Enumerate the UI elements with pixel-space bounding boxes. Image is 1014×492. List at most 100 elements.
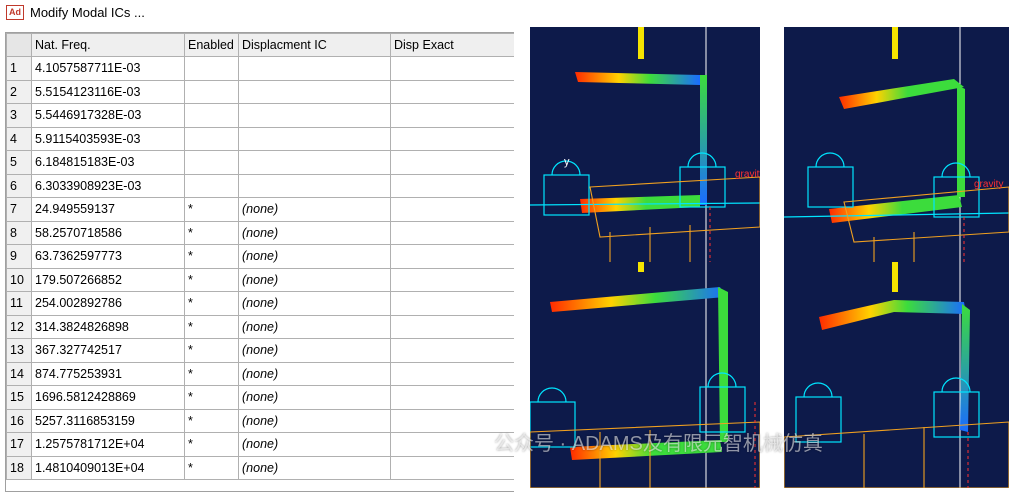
nat-freq-cell[interactable]: 5.5154123116E-03 bbox=[31, 79, 185, 104]
row-number[interactable]: 5 bbox=[6, 150, 32, 175]
disp-exact-cell[interactable] bbox=[390, 197, 514, 222]
table-row[interactable]: 2 5.5154123116E-03 bbox=[6, 79, 514, 104]
displacement-ic-cell[interactable]: (none) bbox=[238, 455, 391, 480]
nat-freq-cell[interactable]: 58.2570718586 bbox=[31, 220, 185, 245]
enabled-cell[interactable]: * bbox=[184, 220, 239, 245]
nat-freq-cell[interactable]: 6.184815183E-03 bbox=[31, 150, 185, 175]
table-row[interactable]: 11 254.002892786 * (none) bbox=[6, 291, 514, 316]
enabled-cell[interactable] bbox=[184, 126, 239, 151]
table-row[interactable]: 8 58.2570718586 * (none) bbox=[6, 220, 514, 245]
displacement-ic-cell[interactable] bbox=[238, 150, 391, 175]
displacement-ic-cell[interactable] bbox=[238, 173, 391, 198]
nat-freq-cell[interactable]: 314.3824826898 bbox=[31, 314, 185, 339]
displacement-ic-cell[interactable]: (none) bbox=[238, 432, 391, 457]
displacement-ic-cell[interactable]: (none) bbox=[238, 361, 391, 386]
enabled-cell[interactable]: * bbox=[184, 314, 239, 339]
enabled-cell[interactable]: * bbox=[184, 455, 239, 480]
mode-view-top-right[interactable]: gravity bbox=[784, 27, 1009, 262]
table-row[interactable]: 5 6.184815183E-03 bbox=[6, 150, 514, 175]
row-number[interactable]: 11 bbox=[6, 291, 32, 316]
row-number[interactable]: 1 bbox=[6, 56, 32, 81]
table-row[interactable]: 7 24.949559137 * (none) bbox=[6, 197, 514, 222]
disp-exact-cell[interactable] bbox=[390, 361, 514, 386]
disp-exact-cell[interactable] bbox=[390, 314, 514, 339]
disp-exact-cell[interactable] bbox=[390, 126, 514, 151]
header-displacement-ic[interactable]: Displacment IC bbox=[238, 33, 391, 57]
row-number[interactable]: 18 bbox=[6, 455, 32, 480]
table-row[interactable]: 4 5.9115403593E-03 bbox=[6, 126, 514, 151]
nat-freq-cell[interactable]: 1.4810409013E+04 bbox=[31, 455, 185, 480]
displacement-ic-cell[interactable]: (none) bbox=[238, 244, 391, 269]
nat-freq-cell[interactable]: 4.1057587711E-03 bbox=[31, 56, 185, 81]
mode-view-top-left[interactable]: gravity y bbox=[530, 27, 760, 262]
header-disp-exact[interactable]: Disp Exact bbox=[390, 33, 514, 57]
enabled-cell[interactable]: * bbox=[184, 244, 239, 269]
row-number[interactable]: 2 bbox=[6, 79, 32, 104]
table-row[interactable]: 16 5257.3116853159 * (none) bbox=[6, 408, 514, 433]
displacement-ic-cell[interactable]: (none) bbox=[238, 267, 391, 292]
row-number[interactable]: 16 bbox=[6, 408, 32, 433]
displacement-ic-cell[interactable] bbox=[238, 79, 391, 104]
header-nat-freq[interactable]: Nat. Freq. bbox=[31, 33, 185, 57]
enabled-cell[interactable]: * bbox=[184, 361, 239, 386]
enabled-cell[interactable]: * bbox=[184, 267, 239, 292]
row-number[interactable]: 13 bbox=[6, 338, 32, 363]
enabled-cell[interactable]: * bbox=[184, 385, 239, 410]
nat-freq-cell[interactable]: 179.507266852 bbox=[31, 267, 185, 292]
disp-exact-cell[interactable] bbox=[390, 103, 514, 128]
header-enabled[interactable]: Enabled bbox=[184, 33, 239, 57]
nat-freq-cell[interactable]: 5257.3116853159 bbox=[31, 408, 185, 433]
disp-exact-cell[interactable] bbox=[390, 56, 514, 81]
enabled-cell[interactable] bbox=[184, 56, 239, 81]
displacement-ic-cell[interactable] bbox=[238, 103, 391, 128]
nat-freq-cell[interactable]: 24.949559137 bbox=[31, 197, 185, 222]
displacement-ic-cell[interactable] bbox=[238, 56, 391, 81]
enabled-cell[interactable] bbox=[184, 173, 239, 198]
row-number[interactable]: 6 bbox=[6, 173, 32, 198]
disp-exact-cell[interactable] bbox=[390, 455, 514, 480]
nat-freq-cell[interactable]: 6.3033908923E-03 bbox=[31, 173, 185, 198]
disp-exact-cell[interactable] bbox=[390, 79, 514, 104]
displacement-ic-cell[interactable]: (none) bbox=[238, 197, 391, 222]
nat-freq-cell[interactable]: 63.7362597773 bbox=[31, 244, 185, 269]
row-number[interactable]: 3 bbox=[6, 103, 32, 128]
row-number[interactable]: 9 bbox=[6, 244, 32, 269]
table-row[interactable]: 12 314.3824826898 * (none) bbox=[6, 314, 514, 339]
table-row[interactable]: 14 874.775253931 * (none) bbox=[6, 361, 514, 386]
row-number[interactable]: 14 bbox=[6, 361, 32, 386]
displacement-ic-cell[interactable]: (none) bbox=[238, 408, 391, 433]
nat-freq-cell[interactable]: 1.2575781712E+04 bbox=[31, 432, 185, 457]
enabled-cell[interactable]: * bbox=[184, 408, 239, 433]
nat-freq-cell[interactable]: 367.327742517 bbox=[31, 338, 185, 363]
disp-exact-cell[interactable] bbox=[390, 385, 514, 410]
header-corner[interactable] bbox=[6, 33, 32, 57]
row-number[interactable]: 12 bbox=[6, 314, 32, 339]
enabled-cell[interactable] bbox=[184, 79, 239, 104]
row-number[interactable]: 17 bbox=[6, 432, 32, 457]
displacement-ic-cell[interactable]: (none) bbox=[238, 338, 391, 363]
table-row[interactable]: 13 367.327742517 * (none) bbox=[6, 338, 514, 363]
disp-exact-cell[interactable] bbox=[390, 220, 514, 245]
enabled-cell[interactable] bbox=[184, 150, 239, 175]
row-number[interactable]: 15 bbox=[6, 385, 32, 410]
nat-freq-cell[interactable]: 5.5446917328E-03 bbox=[31, 103, 185, 128]
table-row[interactable]: 15 1696.5812428869 * (none) bbox=[6, 385, 514, 410]
displacement-ic-cell[interactable]: (none) bbox=[238, 385, 391, 410]
nat-freq-cell[interactable]: 254.002892786 bbox=[31, 291, 185, 316]
row-number[interactable]: 7 bbox=[6, 197, 32, 222]
table-row[interactable]: 17 1.2575781712E+04 * (none) bbox=[6, 432, 514, 457]
displacement-ic-cell[interactable]: (none) bbox=[238, 291, 391, 316]
nat-freq-cell[interactable]: 874.775253931 bbox=[31, 361, 185, 386]
table-row[interactable]: 1 4.1057587711E-03 bbox=[6, 56, 514, 81]
disp-exact-cell[interactable] bbox=[390, 338, 514, 363]
enabled-cell[interactable]: * bbox=[184, 432, 239, 457]
enabled-cell[interactable] bbox=[184, 103, 239, 128]
row-number[interactable]: 4 bbox=[6, 126, 32, 151]
enabled-cell[interactable]: * bbox=[184, 338, 239, 363]
table-row[interactable]: 18 1.4810409013E+04 * (none) bbox=[6, 455, 514, 480]
nat-freq-cell[interactable]: 5.9115403593E-03 bbox=[31, 126, 185, 151]
table-row[interactable]: 10 179.507266852 * (none) bbox=[6, 267, 514, 292]
disp-exact-cell[interactable] bbox=[390, 173, 514, 198]
disp-exact-cell[interactable] bbox=[390, 267, 514, 292]
disp-exact-cell[interactable] bbox=[390, 291, 514, 316]
